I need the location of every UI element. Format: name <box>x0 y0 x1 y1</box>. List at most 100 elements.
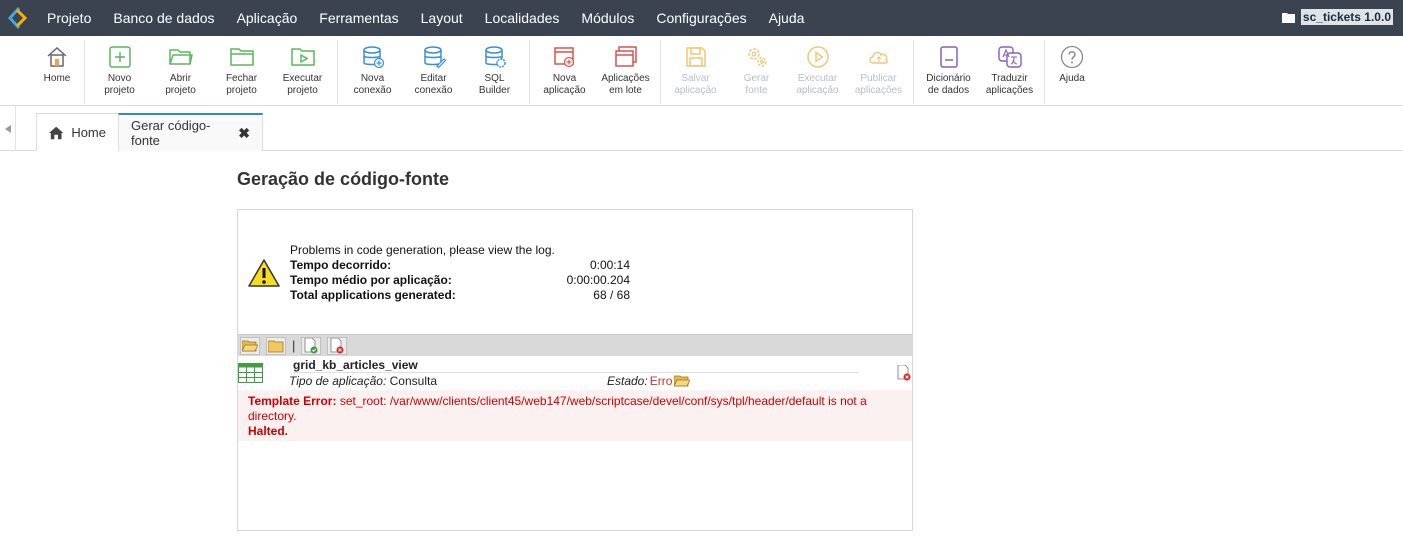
home-label: Home <box>43 73 71 84</box>
warning-icon <box>248 259 280 287</box>
aplicacoes-lote-label: Aplicações em lote <box>601 73 650 96</box>
toolbar-group-database: Nova conexão Editar conexão SQL Builder <box>338 40 530 104</box>
elapsed-label: Tempo decorrido: <box>290 258 392 272</box>
abrir-projeto-label: Abrir projeto <box>165 73 196 96</box>
menu-modulos[interactable]: Módulos <box>570 0 645 36</box>
menu-ferramentas[interactable]: Ferramentas <box>308 0 409 36</box>
chevron-left-icon <box>4 124 11 133</box>
traduzir-aplicacoes-button[interactable]: Traduzir aplicações <box>979 40 1040 97</box>
toolbar-group-project: Novo projeto Abrir projeto Fechar projeto E… <box>85 40 338 104</box>
expand-all-button[interactable] <box>240 336 260 355</box>
generation-panel: Problems in code generation, please view… <box>237 209 913 531</box>
fechar-projeto-button[interactable]: Fechar projeto <box>211 40 272 97</box>
toolbar-group-tools: Dicionário de dados Traduzir aplicações <box>914 40 1045 104</box>
run-folder-icon <box>290 48 315 66</box>
total-row: Total applications generated: 68 / 68 <box>290 288 630 303</box>
new-connection-icon <box>362 46 384 69</box>
menu-aplicacao[interactable]: Aplicação <box>226 0 309 36</box>
home-icon <box>49 126 64 139</box>
editar-conexao-button[interactable]: Editar conexão <box>403 40 464 97</box>
cloud-upload-icon <box>868 51 888 64</box>
ajuda-button[interactable]: Ajuda <box>1049 40 1095 85</box>
app-name: grid_kb_articles_view <box>293 358 418 372</box>
collapse-all-button[interactable] <box>266 336 286 355</box>
sql-builder-button[interactable]: SQL Builder <box>464 40 525 97</box>
current-project[interactable]: sc_tickets 1.0.0 <box>1281 9 1393 25</box>
play-icon <box>806 46 829 68</box>
menu-bar: Projeto Banco de dados Aplicação Ferrame… <box>0 0 1403 36</box>
nova-aplicacao-button[interactable]: Nova aplicação <box>534 40 595 97</box>
main-menu: Projeto Banco de dados Aplicação Ferrame… <box>36 0 815 36</box>
close-tab-icon[interactable]: ✖ <box>238 125 250 142</box>
abrir-projeto-button[interactable]: Abrir projeto <box>150 40 211 97</box>
error-label: Template Error: <box>248 394 337 408</box>
total-value: 68 / 68 <box>593 288 630 302</box>
executar-aplicacao-button[interactable]: Executar aplicação <box>787 40 848 97</box>
project-name: sc_tickets 1.0.0 <box>1300 9 1393 25</box>
app-state: Estado: Erro <box>607 374 691 388</box>
menu-projeto[interactable]: Projeto <box>36 0 102 36</box>
app-type: Tipo de aplicação: Consulta <box>289 374 437 388</box>
toolbar-group-home: Home <box>30 40 85 104</box>
tab-home-label: Home <box>71 125 106 140</box>
menu-configuracoes[interactable]: Configurações <box>645 0 757 36</box>
sql-builder-label: SQL Builder <box>478 73 511 96</box>
novo-projeto-label: Novo projeto <box>104 73 135 96</box>
app-divider <box>293 372 859 373</box>
page-title: Geração de código-fonte <box>237 169 450 189</box>
executar-aplicacao-label: Executar aplicação <box>796 73 839 96</box>
document-error-icon <box>330 337 344 353</box>
book-icon <box>939 46 958 68</box>
document-error-icon[interactable] <box>897 365 911 381</box>
nova-conexao-button[interactable]: Nova conexão <box>342 40 403 97</box>
app-type-label: Tipo de aplicação: <box>289 374 387 388</box>
home-button[interactable]: Home <box>34 40 80 85</box>
app-state-label: Estado: <box>607 374 648 388</box>
toolbar-group-help: Ajuda <box>1045 40 1099 104</box>
menu-ajuda[interactable]: Ajuda <box>758 0 816 36</box>
sidebar-toggle[interactable] <box>0 106 16 151</box>
menu-layout[interactable]: Layout <box>410 0 474 36</box>
gears-icon <box>747 48 767 67</box>
toolbar: Home Novo projeto Abrir projeto Fechar proj… <box>0 36 1403 106</box>
ajuda-label: Ajuda <box>1059 73 1085 84</box>
tab-gerar-codigo-fonte[interactable]: Gerar código-fonte ✖ <box>118 113 263 151</box>
open-folder-icon <box>242 340 258 351</box>
folder-icon <box>268 340 284 352</box>
translate-icon <box>997 46 1022 68</box>
novo-projeto-button[interactable]: Novo projeto <box>89 40 150 97</box>
app-state-value: Erro <box>649 374 673 388</box>
open-folder-icon[interactable] <box>674 374 691 388</box>
fechar-projeto-label: Fechar projeto <box>225 73 258 96</box>
toolbar-group-app-actions: Salvar aplicação Gerar fonte Executar aplic… <box>661 40 914 104</box>
sql-builder-icon <box>484 46 506 68</box>
menu-localidades[interactable]: Localidades <box>474 0 571 36</box>
publicar-aplicacoes-button[interactable]: Publicar aplicações <box>848 40 909 97</box>
tab-active-label: Gerar código-fonte <box>131 118 211 148</box>
dicionario-dados-button[interactable]: Dicionário de dados <box>918 40 979 97</box>
log-separator: | <box>292 338 296 353</box>
scriptcase-logo[interactable] <box>0 0 36 36</box>
salvar-aplicacao-button[interactable]: Salvar aplicação <box>665 40 726 97</box>
error-message: set_root: /var/www/clients/client45/web1… <box>248 394 867 423</box>
salvar-aplicacao-label: Salvar aplicação <box>674 73 717 96</box>
avg-row: Tempo médio por aplicação: 0:00:00.204 <box>290 273 630 288</box>
tab-bar: Home Gerar código-fonte ✖ <box>0 106 1403 151</box>
aplicacoes-lote-button[interactable]: Aplicações em lote <box>595 40 656 97</box>
grid-app-icon <box>238 363 263 383</box>
tab-home[interactable]: Home <box>36 113 119 151</box>
show-errors-button[interactable] <box>327 336 348 355</box>
executar-projeto-button[interactable]: Executar projeto <box>272 40 333 97</box>
folder-icon <box>1281 12 1295 23</box>
avg-label: Tempo médio por aplicação: <box>290 273 452 287</box>
elapsed-row: Tempo decorrido: 0:00:14 <box>290 258 630 273</box>
show-success-button[interactable] <box>301 336 322 355</box>
new-application-icon <box>553 47 574 68</box>
menu-banco-de-dados[interactable]: Banco de dados <box>102 0 225 36</box>
elapsed-value: 0:00:14 <box>589 258 630 272</box>
help-icon <box>1060 45 1084 69</box>
gerar-fonte-button[interactable]: Gerar fonte <box>726 40 787 97</box>
log-toolbar: | <box>238 334 912 356</box>
avg-value: 0:00:00.204 <box>566 273 630 287</box>
save-icon <box>685 47 706 67</box>
